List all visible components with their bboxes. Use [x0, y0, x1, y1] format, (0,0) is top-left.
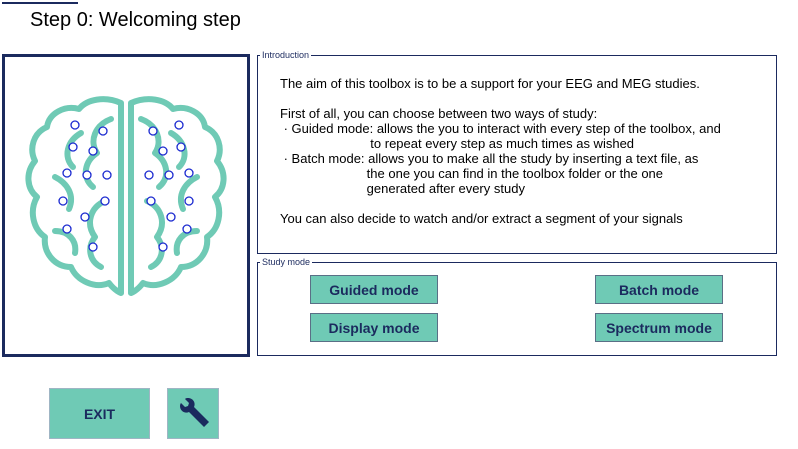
spectrum-mode-button[interactable]: Spectrum mode: [595, 313, 723, 342]
guided-mode-button[interactable]: Guided mode: [310, 275, 438, 304]
page-title: Step 0: Welcoming step: [30, 9, 241, 31]
introduction-text: The aim of this toolbox is to be a suppo…: [280, 76, 721, 226]
display-mode-button[interactable]: Display mode: [310, 313, 438, 342]
batch-mode-button[interactable]: Batch mode: [595, 275, 723, 304]
title-underline-tab: [2, 2, 78, 4]
exit-button[interactable]: EXIT: [49, 388, 150, 439]
wrench-icon: [180, 397, 209, 427]
settings-button[interactable]: [167, 388, 219, 439]
brain-eeg-icon: [25, 96, 227, 296]
introduction-legend: Introduction: [262, 50, 310, 60]
brain-image-panel: [2, 54, 250, 357]
introduction-panel: Introduction The aim of this toolbox is …: [257, 50, 777, 254]
study-mode-legend: Study mode: [262, 257, 311, 267]
